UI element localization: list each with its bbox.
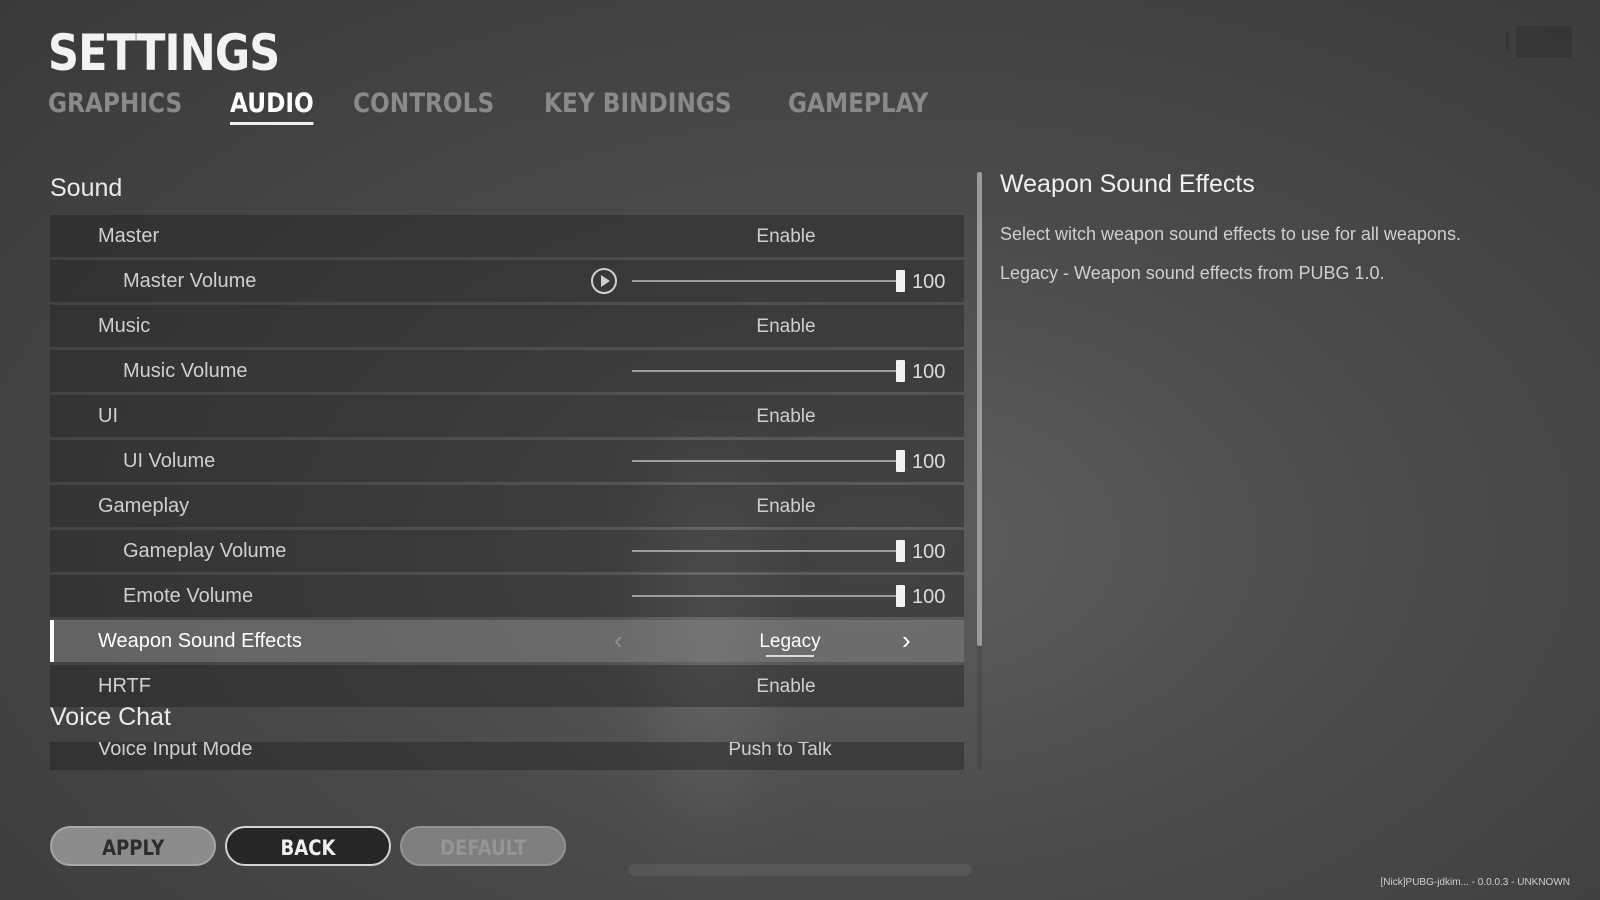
setting-label: Music	[98, 315, 151, 337]
default-button-label: DEFAULT	[439, 836, 527, 860]
chevron-left-icon[interactable]: ‹	[614, 625, 623, 656]
volume-slider-track[interactable]	[632, 280, 902, 282]
volume-slider-track[interactable]	[632, 595, 902, 597]
section-title-sound: Sound	[50, 174, 123, 202]
scrollbar-thumb[interactable]	[977, 172, 982, 646]
corner-indicator	[1506, 32, 1509, 52]
setting-label: Weapon Sound Effects	[98, 630, 302, 652]
setting-row-hrtf[interactable]: HRTF Enable	[50, 665, 964, 707]
setting-value[interactable]: Enable	[736, 676, 836, 698]
setting-label: HRTF	[98, 675, 151, 697]
volume-value: 100	[912, 451, 946, 473]
volume-slider-handle[interactable]	[896, 360, 905, 382]
setting-label: UI	[98, 405, 118, 427]
page-title: SETTINGS	[48, 24, 280, 82]
setting-label: Master Volume	[123, 270, 257, 292]
volume-value: 100	[912, 271, 946, 293]
setting-row-music-volume[interactable]: Music Volume 100	[50, 350, 964, 392]
volume-slider-handle[interactable]	[896, 270, 905, 292]
volume-value: 100	[912, 586, 946, 608]
apply-button[interactable]: APPLY	[50, 826, 216, 866]
setting-row-emote-volume[interactable]: Emote Volume 100	[50, 575, 964, 617]
setting-label: Emote Volume	[123, 585, 254, 607]
setting-row-gameplay-volume[interactable]: Gameplay Volume 100	[50, 530, 964, 572]
tab-graphics[interactable]: GRAPHICS	[48, 88, 182, 125]
setting-row-master[interactable]: Master Enable	[50, 215, 964, 257]
tab-key-bindings[interactable]: KEY BINDINGS	[544, 88, 732, 125]
setting-label: Music Volume	[123, 360, 248, 382]
background-decoration	[628, 864, 972, 876]
volume-value: 100	[912, 541, 946, 563]
setting-value[interactable]: Enable	[736, 496, 836, 518]
voice-chat-list: Voice Input Mode Push to Talk	[50, 742, 964, 770]
description-text: Select witch weapon sound effects to use…	[1000, 224, 1461, 244]
volume-slider-handle[interactable]	[896, 540, 905, 562]
back-button[interactable]: BACK	[225, 826, 391, 866]
volume-slider-track[interactable]	[632, 460, 902, 462]
selector-underline	[766, 655, 814, 657]
tab-gameplay[interactable]: GAMEPLAY	[788, 88, 928, 125]
setting-label: Master	[98, 225, 160, 247]
setting-row-gameplay[interactable]: Gameplay Enable	[50, 485, 964, 527]
section-title-voice-chat: Voice Chat	[50, 703, 171, 731]
setting-row-master-volume[interactable]: Master Volume 100	[50, 260, 964, 302]
play-icon[interactable]	[591, 268, 617, 294]
version-text: [Nick]PUBG-jdkim... - 0.0.0.3 - UNKNOWN	[1380, 877, 1570, 888]
selector-value: Legacy	[759, 631, 821, 652]
setting-row-music[interactable]: Music Enable	[50, 305, 964, 347]
setting-row-voice-input-mode[interactable]: Voice Input Mode Push to Talk	[50, 742, 964, 770]
default-button[interactable]: DEFAULT	[400, 826, 566, 866]
setting-label: Gameplay Volume	[123, 540, 287, 562]
setting-value[interactable]: Enable	[736, 316, 836, 338]
tab-audio[interactable]: AUDIO	[230, 88, 315, 125]
description-title: Weapon Sound Effects	[1000, 170, 1255, 198]
description-text-legacy: Legacy - Weapon sound effects from PUBG …	[1000, 263, 1385, 283]
volume-slider-track[interactable]	[632, 370, 902, 372]
corner-badge	[1516, 26, 1572, 58]
apply-button-label: APPLY	[101, 836, 165, 860]
volume-slider-handle[interactable]	[896, 450, 905, 472]
volume-value: 100	[912, 361, 946, 383]
settings-tabs: GRAPHICS AUDIO CONTROLS KEY BINDINGS GAM…	[48, 88, 977, 125]
setting-label: UI Volume	[123, 450, 216, 472]
tab-controls[interactable]: CONTROLS	[353, 88, 494, 125]
setting-row-ui-volume[interactable]: UI Volume 100	[50, 440, 964, 482]
setting-label: Gameplay	[98, 495, 190, 517]
setting-value[interactable]: Push to Talk	[700, 742, 860, 761]
volume-slider-handle[interactable]	[896, 585, 905, 607]
chevron-right-icon[interactable]: ›	[902, 625, 911, 656]
volume-slider-track[interactable]	[632, 550, 902, 552]
setting-row-weapon-sound-effects[interactable]: Weapon Sound Effects ‹ Legacy ›	[50, 620, 964, 662]
setting-row-ui[interactable]: UI Enable	[50, 395, 964, 437]
setting-value[interactable]: Enable	[736, 406, 836, 428]
setting-label: Voice Input Mode	[98, 742, 253, 760]
setting-value[interactable]: Enable	[736, 226, 836, 248]
sound-settings-list: Master Enable Master Volume 100 Music En…	[50, 215, 964, 710]
back-button-label: BACK	[280, 836, 336, 860]
